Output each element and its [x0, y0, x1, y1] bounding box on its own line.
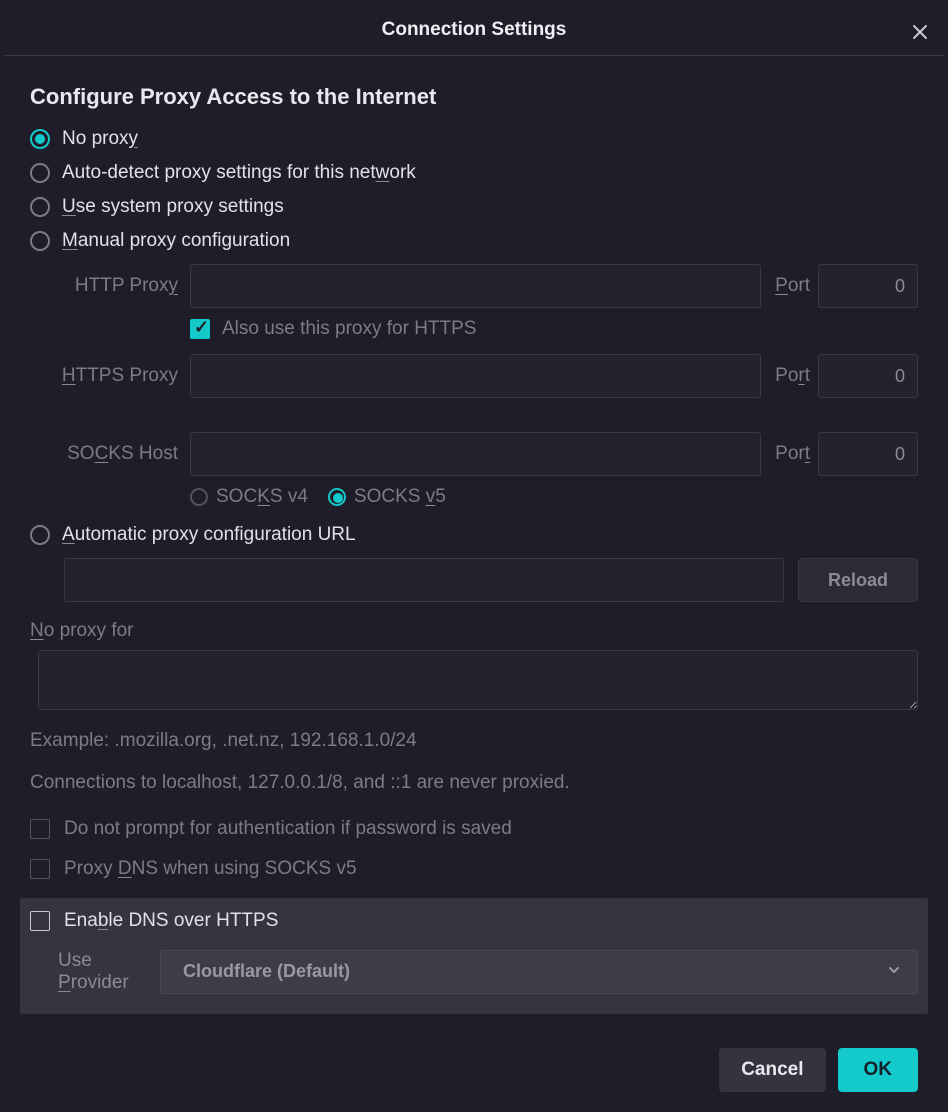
proxy-dns-label: Proxy DNS when using SOCKS v5	[64, 858, 357, 880]
close-icon	[911, 23, 929, 41]
radio-socks-v4[interactable]: SOCKS v4	[190, 486, 308, 508]
auth-prompt-label: Do not prompt for authentication if pass…	[64, 818, 512, 840]
radio-icon	[30, 197, 50, 217]
socks-version-radios: SOCKS v4 SOCKS v5	[190, 486, 918, 508]
radio-label: Automatic proxy configuration URL	[62, 524, 356, 546]
reload-button[interactable]: Reload	[798, 558, 918, 602]
section-heading: Configure Proxy Access to the Internet	[30, 84, 918, 110]
https-proxy-row: HTTPS Proxy Port	[30, 354, 918, 398]
radio-icon	[190, 488, 208, 506]
radio-label: No proxy	[62, 128, 138, 150]
no-proxy-for-input[interactable]	[38, 650, 918, 710]
radio-icon	[30, 163, 50, 183]
close-button[interactable]	[906, 18, 934, 46]
socks-host-row: SOCKS Host Port	[30, 432, 918, 476]
radio-socks-v5[interactable]: SOCKS v5	[328, 486, 446, 508]
dialog-titlebar: Connection Settings	[4, 4, 944, 56]
proxy-dns-checkbox-row[interactable]: Proxy DNS when using SOCKS v5	[30, 858, 918, 880]
radio-system-proxy[interactable]: Use system proxy settings	[30, 196, 918, 218]
radio-label: Auto-detect proxy settings for this netw…	[62, 162, 416, 184]
checkbox-icon	[30, 819, 50, 839]
radio-icon	[30, 525, 50, 545]
doh-checkbox-row[interactable]: Enable DNS over HTTPS	[30, 910, 918, 932]
socks-port-label: Port	[761, 443, 818, 465]
http-proxy-label: HTTP Proxy	[30, 275, 190, 297]
radio-manual-proxy[interactable]: Manual proxy configuration	[30, 230, 918, 252]
connection-settings-dialog: Connection Settings Configure Proxy Acce…	[4, 4, 944, 1112]
provider-select[interactable]: Cloudflare (Default)	[160, 950, 918, 994]
dialog-footer: Cancel OK	[4, 1034, 944, 1112]
pac-url-input[interactable]	[64, 558, 784, 602]
socks-host-label: SOCKS Host	[30, 443, 190, 465]
http-proxy-input[interactable]	[190, 264, 761, 308]
pac-url-row: Reload	[64, 558, 918, 602]
checkbox-icon	[30, 859, 50, 879]
http-port-label: Port	[761, 275, 818, 297]
radio-label: Manual proxy configuration	[62, 230, 290, 252]
also-https-label: Also use this proxy for HTTPS	[222, 318, 476, 340]
doh-label: Enable DNS over HTTPS	[64, 910, 278, 932]
ok-button[interactable]: OK	[838, 1048, 919, 1092]
checkbox-icon	[30, 911, 50, 931]
socks-host-input[interactable]	[190, 432, 761, 476]
auth-prompt-checkbox-row[interactable]: Do not prompt for authentication if pass…	[30, 818, 918, 840]
cancel-button[interactable]: Cancel	[719, 1048, 825, 1092]
https-proxy-input[interactable]	[190, 354, 761, 398]
example-hint: Example: .mozilla.org, .net.nz, 192.168.…	[30, 725, 918, 757]
https-port-label: Port	[761, 365, 818, 387]
provider-label: Use Provider	[30, 950, 160, 994]
dialog-content: Configure Proxy Access to the Internet N…	[4, 56, 944, 1034]
checkbox-icon	[190, 319, 210, 339]
provider-row: Use Provider Cloudflare (Default)	[30, 950, 918, 994]
https-port-input[interactable]	[818, 354, 918, 398]
radio-auto-detect[interactable]: Auto-detect proxy settings for this netw…	[30, 162, 918, 184]
radio-icon	[30, 129, 50, 149]
http-proxy-row: HTTP Proxy Port	[30, 264, 918, 308]
http-port-input[interactable]	[818, 264, 918, 308]
provider-value: Cloudflare (Default)	[183, 961, 350, 982]
doh-section: Enable DNS over HTTPS Use Provider Cloud…	[20, 898, 928, 1014]
radio-icon	[328, 488, 346, 506]
no-proxy-for-label: No proxy for	[30, 620, 918, 642]
https-proxy-label: HTTPS Proxy	[30, 365, 190, 387]
dialog-title: Connection Settings	[382, 19, 567, 41]
radio-no-proxy[interactable]: No proxy	[30, 128, 918, 150]
localhost-note: Connections to localhost, 127.0.0.1/8, a…	[30, 767, 918, 799]
socks-port-input[interactable]	[818, 432, 918, 476]
also-https-row[interactable]: Also use this proxy for HTTPS	[190, 318, 918, 340]
radio-label: Use system proxy settings	[62, 196, 284, 218]
radio-icon	[30, 231, 50, 251]
radio-pac-url[interactable]: Automatic proxy configuration URL	[30, 524, 918, 546]
chevron-down-icon	[887, 961, 901, 982]
